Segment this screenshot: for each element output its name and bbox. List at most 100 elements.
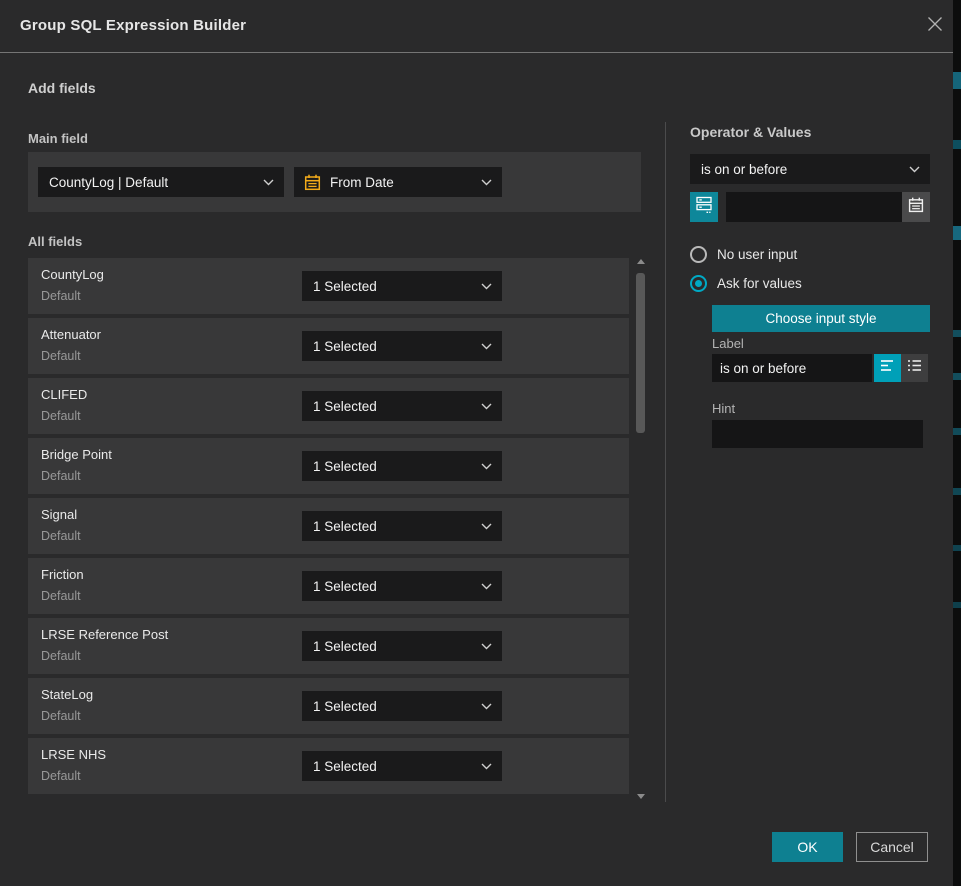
calendar-icon xyxy=(304,174,321,191)
field-layer-name: Default xyxy=(41,649,81,663)
choose-input-style-button[interactable]: Choose input style xyxy=(712,305,930,332)
close-button[interactable] xyxy=(926,17,944,35)
ask-for-values-radio[interactable]: Ask for values xyxy=(690,275,802,292)
field-layer-name: Default xyxy=(41,409,81,423)
label-input[interactable] xyxy=(712,354,872,382)
field-layer-name: Default xyxy=(41,469,81,483)
chevron-down-icon xyxy=(909,166,920,173)
field-row: Attenuator Default 1 Selected xyxy=(28,318,629,374)
chevron-down-icon xyxy=(481,763,492,770)
chevron-down-icon xyxy=(481,463,492,470)
background-artifact xyxy=(953,428,961,435)
bulleted-list-icon xyxy=(907,359,922,377)
ok-button[interactable]: OK xyxy=(772,832,843,862)
field-layer-name: Default xyxy=(41,289,81,303)
field-name: CountyLog xyxy=(41,267,104,282)
chevron-down-icon xyxy=(481,343,492,350)
field-name: StateLog xyxy=(41,687,93,702)
chevron-down-icon xyxy=(481,283,492,290)
background-artifact xyxy=(953,545,961,551)
list-input-toggle[interactable] xyxy=(901,354,928,382)
main-field-layer-select[interactable]: CountyLog | Default xyxy=(38,167,284,197)
hint-input[interactable] xyxy=(712,420,923,448)
field-name: LRSE NHS xyxy=(41,747,106,762)
cancel-button[interactable]: Cancel xyxy=(856,832,928,862)
field-row: Signal Default 1 Selected xyxy=(28,498,629,554)
dialog-header: Group SQL Expression Builder xyxy=(0,0,953,53)
field-layer-name: Default xyxy=(41,709,81,723)
background-artifact xyxy=(953,226,961,240)
field-selected-count-select[interactable]: 1 Selected xyxy=(302,451,502,481)
scroll-down-arrow-icon[interactable] xyxy=(637,794,645,799)
field-name: Bridge Point xyxy=(41,447,112,462)
field-selected-count-select[interactable]: 1 Selected xyxy=(302,631,502,661)
single-line-input-toggle[interactable] xyxy=(874,354,901,382)
field-selected-count-value: 1 Selected xyxy=(302,699,481,714)
field-name: Signal xyxy=(41,507,77,522)
unique-values-button[interactable] xyxy=(690,192,718,222)
operator-values-panel: Operator & Values is on or before xyxy=(690,120,930,480)
field-name: Attenuator xyxy=(41,327,101,342)
field-selected-count-value: 1 Selected xyxy=(302,639,481,654)
main-field-date-value: From Date xyxy=(321,175,481,190)
background-artifact xyxy=(953,140,961,149)
background-artifact xyxy=(953,602,961,608)
field-selected-count-select[interactable]: 1 Selected xyxy=(302,391,502,421)
value-date-input[interactable] xyxy=(726,192,902,222)
hint-caption: Hint xyxy=(712,401,735,416)
field-selected-count-value: 1 Selected xyxy=(302,519,481,534)
scrollbar-thumb[interactable] xyxy=(636,273,645,433)
field-row: CLIFED Default 1 Selected xyxy=(28,378,629,434)
operator-value: is on or before xyxy=(690,162,909,177)
ask-for-values-label: Ask for values xyxy=(717,276,802,291)
label-caption: Label xyxy=(712,336,744,351)
background-artifact xyxy=(953,488,961,495)
field-selected-count-value: 1 Selected xyxy=(302,279,481,294)
field-row: StateLog Default 1 Selected xyxy=(28,678,629,734)
scroll-up-arrow-icon[interactable] xyxy=(637,259,645,264)
list-scrollbar[interactable] xyxy=(636,256,647,802)
operator-select[interactable]: is on or before xyxy=(690,154,930,184)
background-artifact xyxy=(953,330,961,337)
operator-values-heading: Operator & Values xyxy=(690,124,811,140)
add-fields-heading: Add fields xyxy=(28,80,96,96)
chevron-down-icon xyxy=(481,403,492,410)
field-row: CountyLog Default 1 Selected xyxy=(28,258,629,314)
field-row: LRSE NHS Default 1 Selected xyxy=(28,738,629,794)
field-selected-count-value: 1 Selected xyxy=(302,759,481,774)
field-selected-count-select[interactable]: 1 Selected xyxy=(302,571,502,601)
chevron-down-icon xyxy=(481,583,492,590)
background-app-edge xyxy=(953,0,961,886)
calendar-icon xyxy=(908,197,924,218)
field-selected-count-select[interactable]: 1 Selected xyxy=(302,331,502,361)
field-selected-count-value: 1 Selected xyxy=(302,579,481,594)
field-name: Friction xyxy=(41,567,84,582)
background-artifact xyxy=(953,373,961,380)
date-picker-button[interactable] xyxy=(902,192,930,222)
main-field-layer-value: CountyLog | Default xyxy=(38,175,263,190)
field-selected-count-select[interactable]: 1 Selected xyxy=(302,511,502,541)
field-selected-count-value: 1 Selected xyxy=(302,459,481,474)
panel-divider xyxy=(665,122,666,802)
main-field-date-select[interactable]: From Date xyxy=(294,167,502,197)
main-field-heading: Main field xyxy=(28,131,88,146)
dialog-title: Group SQL Expression Builder xyxy=(20,0,246,52)
all-fields-list: CountyLog Default 1 Selected Attenuator … xyxy=(28,258,629,798)
field-selected-count-select[interactable]: 1 Selected xyxy=(302,691,502,721)
no-user-input-radio[interactable]: No user input xyxy=(690,246,797,263)
field-layer-name: Default xyxy=(41,769,81,783)
group-sql-expression-builder-dialog: Group SQL Expression Builder Add fields … xyxy=(0,0,953,886)
field-name: LRSE Reference Post xyxy=(41,627,168,642)
main-field-row: CountyLog | Default From Date xyxy=(28,152,641,212)
field-selected-count-select[interactable]: 1 Selected xyxy=(302,271,502,301)
field-layer-name: Default xyxy=(41,589,81,603)
chevron-down-icon xyxy=(263,179,274,186)
field-row: Bridge Point Default 1 Selected xyxy=(28,438,629,494)
radio-selected-icon xyxy=(690,275,707,292)
unique-values-stack-icon xyxy=(695,195,713,219)
field-name: CLIFED xyxy=(41,387,87,402)
field-selected-count-select[interactable]: 1 Selected xyxy=(302,751,502,781)
all-fields-heading: All fields xyxy=(28,234,82,249)
chevron-down-icon xyxy=(481,179,492,186)
background-artifact xyxy=(953,72,961,89)
